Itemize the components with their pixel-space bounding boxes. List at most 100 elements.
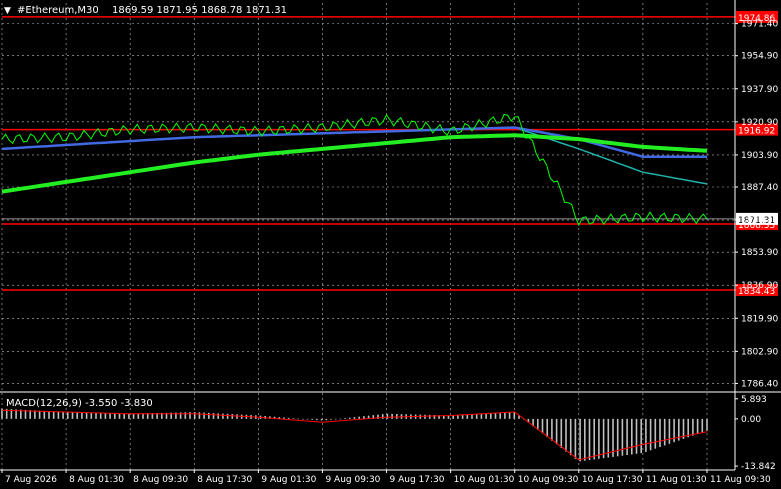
price-tick-label: 1903.90: [741, 151, 778, 161]
macd-bar: [466, 414, 469, 419]
macd-bar: [579, 418, 581, 462]
ohlc-values: 1869.59 1871.95 1868.78 1871.31: [112, 5, 287, 16]
price-tick-label: 1819.90: [741, 314, 778, 324]
macd-bar: [330, 418, 332, 420]
macd-bar: [231, 414, 234, 419]
macd-bar: [123, 413, 125, 419]
macd-bar: [57, 411, 60, 419]
macd-bar: [316, 418, 318, 421]
macd-bar: [325, 418, 328, 421]
macd-bar: [85, 412, 88, 419]
price-tick-label: 1954.90: [741, 52, 778, 62]
macd-bar: [358, 416, 360, 419]
macd-bar: [471, 414, 473, 419]
time-tick-label: 7 Aug 2026: [5, 475, 57, 485]
macd-bar: [90, 412, 93, 419]
macd-bar: [283, 417, 285, 419]
macd-bar: [687, 418, 689, 438]
macd-bar: [640, 418, 642, 454]
macd-bar: [541, 418, 544, 434]
macd-bar: [569, 418, 572, 456]
macd-bar: [607, 418, 610, 458]
price-tick-label: 1836.90: [741, 281, 778, 291]
time-tick-label: 10 Aug 09:30: [518, 475, 579, 485]
macd-bar: [292, 418, 295, 419]
macd-bar: [302, 418, 304, 420]
macd-bar: [311, 418, 313, 420]
macd-bar: [114, 413, 116, 419]
macd-bar: [189, 412, 191, 419]
macd-bar: [81, 412, 83, 419]
macd-bar: [71, 412, 74, 419]
macd-bar: [696, 418, 699, 435]
macd-bar: [226, 413, 229, 419]
trading-chart[interactable]: 1974.861916.921868.351834.431871.31 1971…: [0, 0, 781, 489]
macd-bar: [118, 413, 121, 419]
chart-background: [0, 0, 781, 489]
macd-bar: [555, 418, 558, 445]
macd-bar: [353, 417, 356, 419]
time-tick-label: 9 Aug 01:30: [261, 475, 316, 485]
macd-bar: [391, 413, 393, 419]
macd-bar: [208, 412, 210, 419]
time-tick-label: 10 Aug 01:30: [454, 475, 515, 485]
macd-bar: [635, 418, 638, 454]
price-tick-label: 1870.40: [741, 216, 778, 226]
chart-header: ▼ #Ethereum,M30 1869.59 1871.95 1868.78 …: [4, 5, 287, 16]
macd-bar: [344, 418, 346, 419]
macd-bar: [43, 410, 46, 419]
macd-bar: [598, 418, 600, 459]
macd-bar: [593, 418, 595, 460]
macd-bar: [504, 412, 506, 419]
macd-bar: [132, 413, 135, 419]
macd-bar: [584, 418, 586, 461]
macd-bar: [203, 412, 205, 419]
macd-bar: [137, 413, 140, 419]
macd-bar: [95, 412, 97, 419]
time-tick-label: 9 Aug 09:30: [325, 475, 380, 485]
macd-bar: [184, 412, 187, 419]
macd-bar: [76, 412, 78, 419]
macd-bar: [217, 413, 219, 419]
macd-bar: [668, 418, 671, 444]
time-tick-label: 11 Aug 01:30: [646, 475, 707, 485]
macd-bar: [297, 418, 299, 420]
macd-bar: [320, 418, 323, 421]
macd-bar: [706, 418, 708, 431]
macd-indicator-label: MACD(12,26,9) -3.550 -3.830: [6, 398, 153, 409]
time-tick-label: 11 Aug 09:30: [710, 475, 771, 485]
macd-bar: [475, 414, 478, 419]
macd-bar: [424, 414, 426, 419]
symbol-timeframe: #Ethereum,M30: [17, 5, 99, 16]
macd-bar: [663, 418, 666, 446]
macd-bar: [62, 411, 64, 419]
macd-bar: [212, 413, 215, 419]
macd-bar: [38, 410, 41, 419]
macd-bar: [546, 418, 548, 438]
price-tick-label: 1802.90: [741, 347, 778, 357]
price-tick-label: 1937.90: [741, 85, 778, 95]
macd-bar: [551, 418, 553, 441]
macd-bar: [461, 414, 464, 419]
macd-bar: [222, 413, 224, 419]
macd-bar: [52, 411, 55, 419]
macd-tick-label: 0.00: [741, 415, 761, 425]
macd-bar: [457, 415, 459, 419]
time-tick-label: 10 Aug 17:30: [582, 475, 643, 485]
macd-bar: [508, 412, 511, 419]
macd-bar: [499, 412, 501, 419]
price-tick-label: 1853.90: [741, 248, 778, 258]
macd-bar: [349, 417, 351, 419]
macd-bar: [513, 412, 516, 419]
price-tick-label: 1971.40: [741, 20, 778, 30]
macd-bar: [659, 418, 661, 448]
macd-bar: [621, 418, 624, 456]
macd-bar: [485, 413, 487, 419]
macd-bar: [193, 412, 196, 419]
price-tick-label: 1887.40: [741, 183, 778, 193]
macd-tick-label: 5.893: [741, 395, 767, 405]
time-tick-label: 8 Aug 09:30: [133, 475, 188, 485]
collapse-arrow-icon[interactable]: ▼: [4, 6, 11, 16]
macd-bar: [626, 418, 628, 456]
time-tick-label: 8 Aug 01:30: [69, 475, 124, 485]
